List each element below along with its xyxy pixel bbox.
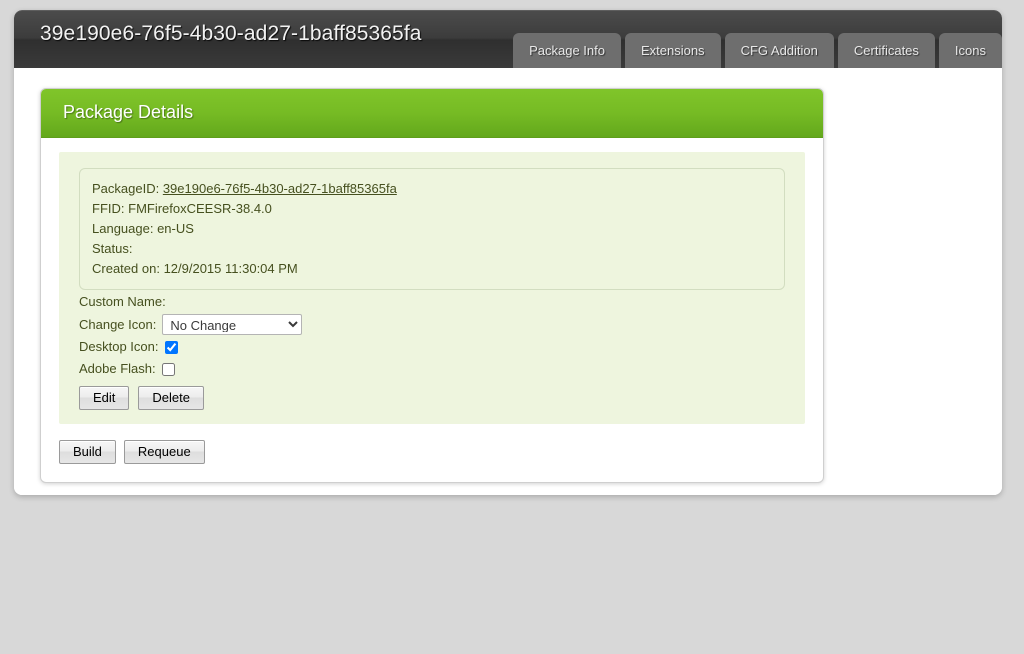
page-title: 39e190e6-76f5-4b30-ad27-1baff85365fa [40, 22, 422, 45]
build-actions-row: Build Requeue [41, 424, 823, 482]
package-details-card: Package Details PackageID: 39e190e6-76f5… [40, 88, 824, 483]
tab-certificates[interactable]: Certificates [837, 33, 935, 68]
package-id-value[interactable]: 39e190e6-76f5-4b30-ad27-1baff85365fa [163, 181, 397, 196]
shell-body: Package Details PackageID: 39e190e6-76f5… [14, 68, 1002, 495]
info-line-status: Status: [92, 239, 772, 259]
row-change-icon: Change Icon: No Change [79, 314, 785, 335]
edit-button[interactable]: Edit [79, 386, 130, 410]
info-line-ffid: FFID: FMFirefoxCEESR-38.4.0 [92, 199, 772, 219]
build-button[interactable]: Build [59, 440, 116, 464]
tab-icons[interactable]: Icons [938, 33, 1002, 68]
language-label: Language: [92, 221, 154, 236]
panel-header: Package Details [41, 89, 823, 138]
tab-cfg-addition[interactable]: CFG Addition [724, 33, 834, 68]
status-label: Status: [92, 241, 133, 256]
row-desktop-icon: Desktop Icon: [79, 337, 785, 357]
custom-name-label: Custom Name: [79, 294, 166, 309]
adobe-flash-checkbox[interactable] [161, 362, 175, 376]
delete-button[interactable]: Delete [138, 386, 204, 410]
ffid-value: FMFirefoxCEESR-38.4.0 [128, 201, 272, 216]
edit-delete-row: Edit Delete [79, 386, 785, 410]
language-value: en-US [157, 221, 194, 236]
info-line-language: Language: en-US [92, 219, 772, 239]
panel-content: PackageID: 39e190e6-76f5-4b30-ad27-1baff… [59, 152, 805, 424]
panel-title: Package Details [63, 102, 194, 122]
requeue-button[interactable]: Requeue [123, 440, 205, 464]
header-bar: 39e190e6-76f5-4b30-ad27-1baff85365fa Pac… [14, 10, 1002, 68]
desktop-icon-checkbox[interactable] [164, 340, 178, 354]
info-line-created-on: Created on: 12/9/2015 11:30:04 PM [92, 259, 772, 279]
adobe-flash-label: Adobe Flash: [79, 361, 156, 376]
ffid-label: FFID: [92, 201, 125, 216]
row-custom-name: Custom Name: [79, 292, 785, 312]
change-icon-select[interactable]: No Change [162, 314, 303, 335]
row-adobe-flash: Adobe Flash: [79, 359, 785, 379]
created-on-label: Created on: [92, 261, 160, 276]
package-id-label: PackageID: [92, 181, 160, 196]
desktop-icon-label: Desktop Icon: [79, 339, 159, 354]
tab-extensions[interactable]: Extensions [624, 33, 721, 68]
application-window: 39e190e6-76f5-4b30-ad27-1baff85365fa Pac… [14, 10, 1002, 495]
tab-package-info[interactable]: Package Info [513, 33, 621, 68]
tab-strip: Package Info Extensions CFG Addition Cer… [513, 33, 1002, 68]
info-line-package-id: PackageID: 39e190e6-76f5-4b30-ad27-1baff… [92, 179, 772, 199]
created-on-value: 12/9/2015 11:30:04 PM [163, 261, 298, 276]
package-info-box: PackageID: 39e190e6-76f5-4b30-ad27-1baff… [79, 168, 785, 290]
change-icon-label: Change Icon: [79, 316, 157, 332]
